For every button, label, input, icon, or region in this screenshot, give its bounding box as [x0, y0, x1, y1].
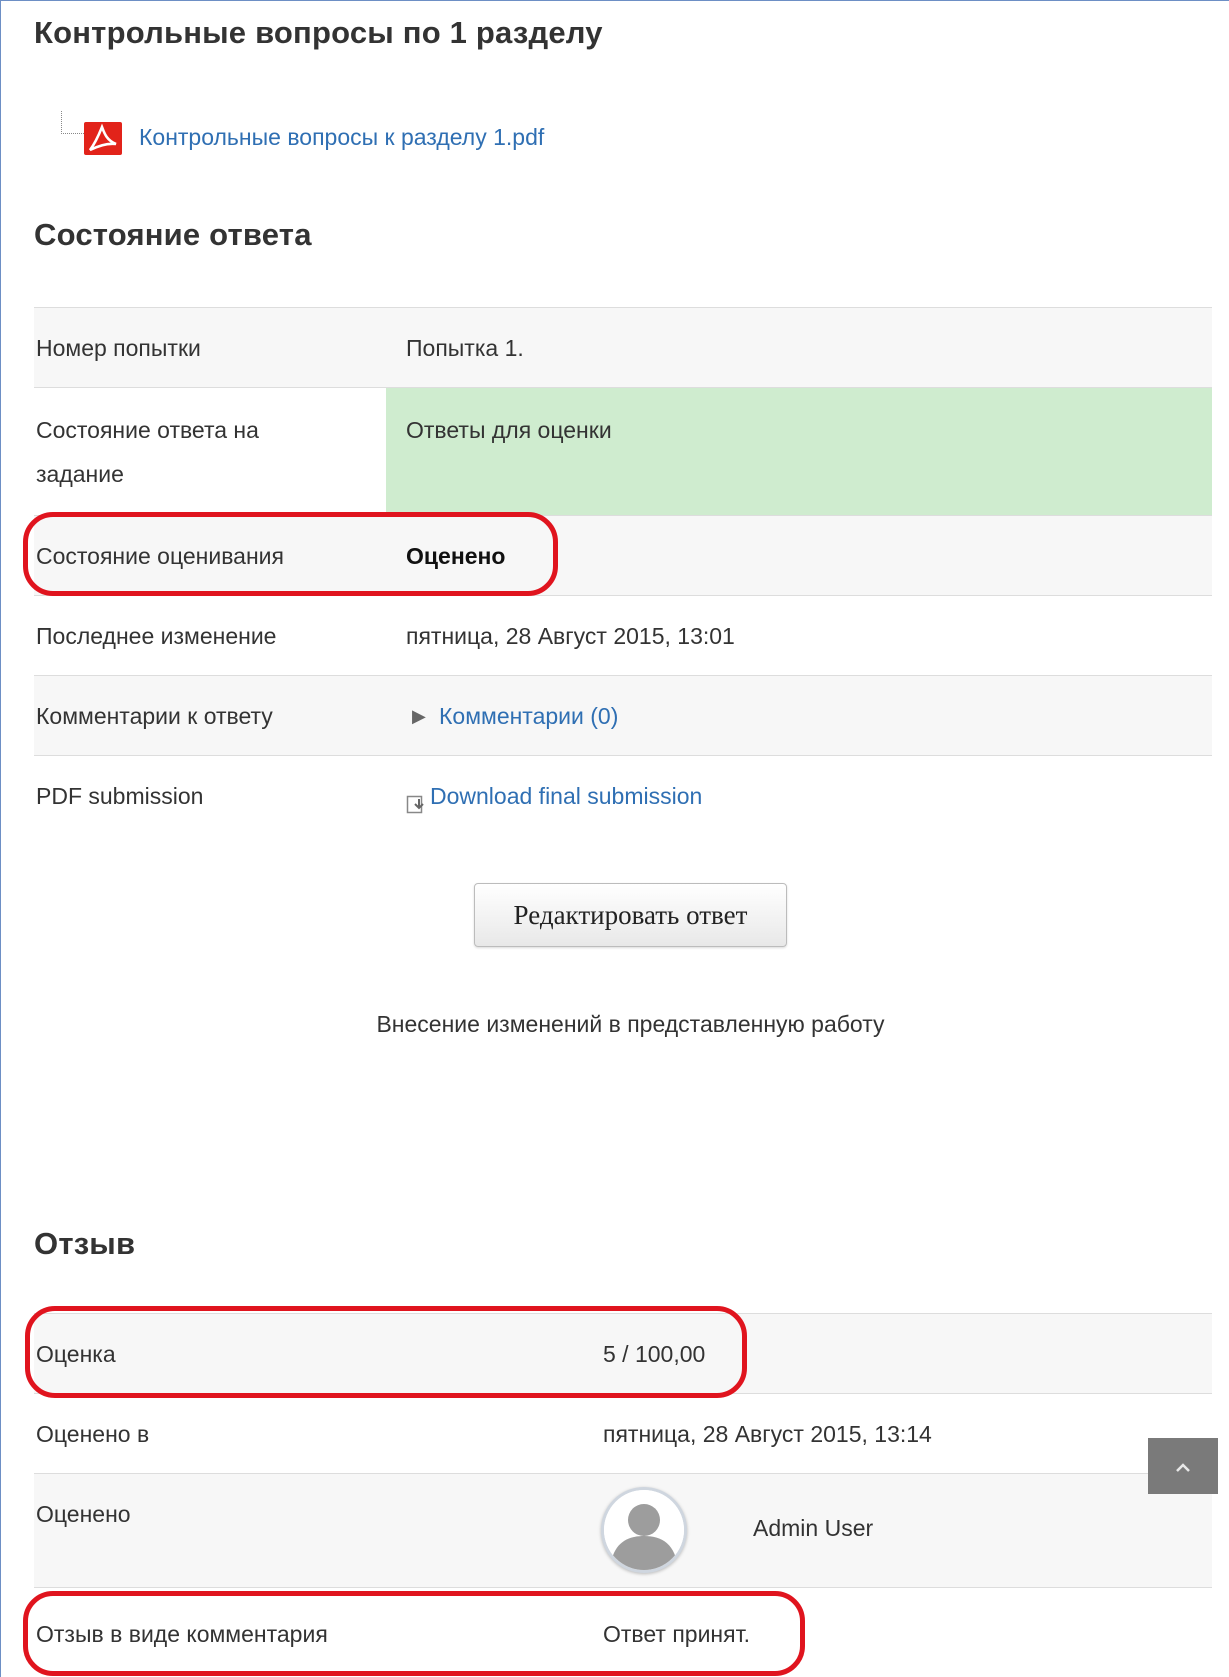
- submission-status-heading: Состояние ответа: [34, 217, 312, 252]
- pdf-file-link[interactable]: Контрольные вопросы к разделу 1.pdf: [139, 124, 544, 151]
- pdf-submission-label: PDF submission: [36, 783, 204, 809]
- grading-status-value: Оценено: [406, 543, 506, 569]
- triangle-right-icon[interactable]: ▶: [412, 694, 426, 738]
- user-avatar-icon[interactable]: [601, 1487, 687, 1573]
- table-row: Состояние ответа на задание Ответы для о…: [34, 387, 1212, 515]
- chevron-up-icon: [1176, 1463, 1190, 1472]
- submission-status-label: Состояние ответа на задание: [36, 417, 259, 487]
- attempt-number-label: Номер попытки: [36, 335, 201, 361]
- table-row: Оценено Admin User: [34, 1473, 1212, 1587]
- feedback-comment-label: Отзыв в виде комментария: [36, 1621, 328, 1647]
- edit-submission-button[interactable]: Редактировать ответ: [474, 883, 787, 947]
- table-row: Номер попытки Попытка 1.: [34, 307, 1212, 387]
- download-icon[interactable]: [406, 785, 428, 814]
- comments-link[interactable]: Комментарии (0): [439, 694, 618, 738]
- attempt-number-value: Попытка 1.: [406, 335, 524, 361]
- submission-comments-label: Комментарии к ответу: [36, 703, 273, 729]
- grade-value: 5 / 100,00: [603, 1341, 706, 1367]
- submission-status-value: Ответы для оценки: [406, 417, 612, 443]
- table-row: PDF submission Download final submission: [34, 755, 1212, 835]
- last-modified-label: Последнее изменение: [36, 623, 277, 649]
- table-row: Оценено в пятница, 28 Август 2015, 13:14: [34, 1393, 1212, 1473]
- table-row: Оценка 5 / 100,00: [34, 1313, 1212, 1393]
- section-title: Контрольные вопросы по 1 разделу: [34, 15, 603, 50]
- feedback-comment-value: Ответ принят.: [603, 1621, 750, 1647]
- pdf-file-icon: [84, 122, 122, 155]
- grading-status-label: Состояние оценивания: [36, 543, 284, 569]
- feedback-heading: Отзыв: [34, 1226, 136, 1261]
- download-final-submission-link[interactable]: Download final submission: [430, 774, 702, 818]
- table-row: Отзыв в виде комментария Ответ принят.: [34, 1587, 1212, 1677]
- edit-submission-note: Внесение изменений в представленную рабо…: [376, 1011, 885, 1037]
- grade-label: Оценка: [36, 1341, 116, 1367]
- table-row: Комментарии к ответу ▶ Комментарии (0): [34, 675, 1212, 755]
- table-row: Последнее изменение пятница, 28 Август 2…: [34, 595, 1212, 675]
- assignment-page: Контрольные вопросы по 1 разделу Контрол…: [0, 0, 1229, 1677]
- graded-on-value: пятница, 28 Август 2015, 13:14: [603, 1421, 932, 1447]
- scroll-to-top-button[interactable]: [1148, 1438, 1218, 1494]
- last-modified-value: пятница, 28 Август 2015, 13:01: [406, 623, 735, 649]
- tree-connector: [61, 111, 84, 134]
- grader-name[interactable]: Admin User: [753, 1506, 873, 1550]
- graded-by-label: Оценено: [36, 1501, 131, 1527]
- graded-on-label: Оценено в: [36, 1421, 150, 1447]
- table-row: Состояние оценивания Оценено: [34, 515, 1212, 595]
